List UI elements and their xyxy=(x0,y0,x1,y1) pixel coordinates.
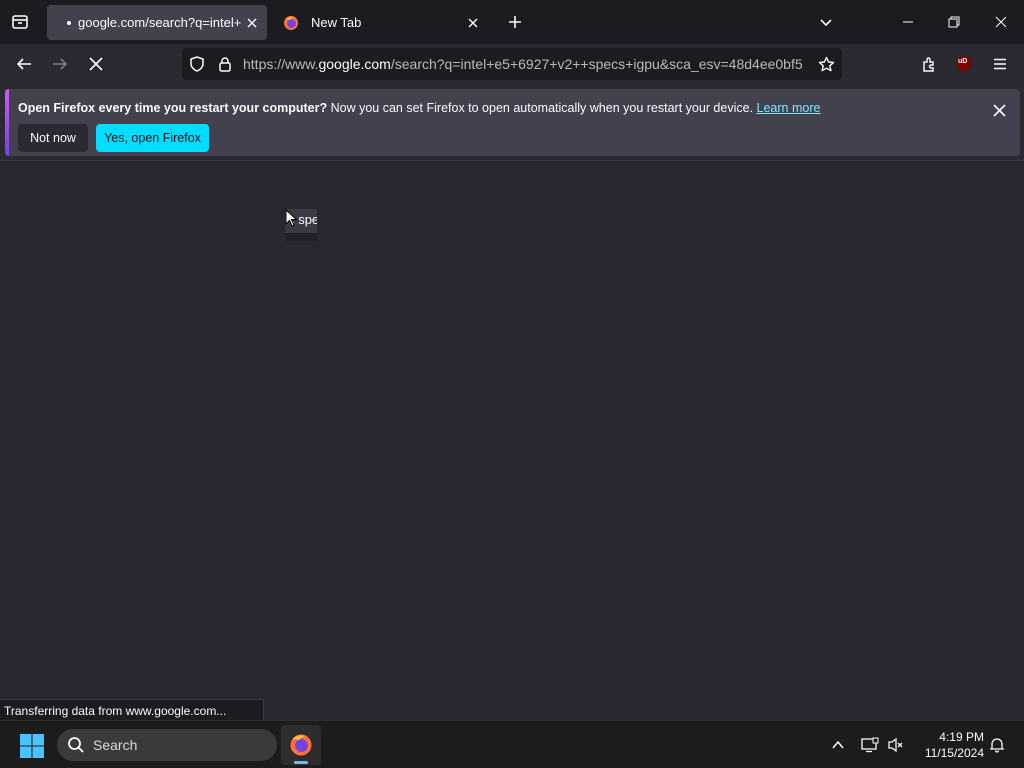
network-tray-button[interactable] xyxy=(860,735,880,755)
close-icon xyxy=(992,103,1006,117)
clock-date: 11/15/2024 xyxy=(924,746,984,760)
notification-message: Open Firefox every time you restart your… xyxy=(18,101,820,115)
learn-more-link[interactable]: Learn more xyxy=(757,101,821,115)
tab-title: google.com/search?q=intel+e5+6927+v2++sp… xyxy=(78,15,241,30)
extensions-button[interactable] xyxy=(914,49,944,79)
yes-open-firefox-button[interactable]: Yes, open Firefox xyxy=(96,124,209,152)
notification-title: Open Firefox every time you restart your… xyxy=(18,101,328,115)
back-icon xyxy=(16,58,31,70)
chevron-down-icon xyxy=(820,19,832,27)
url-path: /search?q=intel+e5+6927+v2++specs+igpu&s… xyxy=(390,56,803,72)
notifications-button[interactable] xyxy=(987,735,1007,755)
firefox-icon xyxy=(290,734,312,756)
network-icon xyxy=(861,737,879,753)
menu-icon xyxy=(994,58,1006,70)
restore-icon xyxy=(948,16,960,28)
bell-icon xyxy=(989,738,1005,753)
bookmark-button[interactable] xyxy=(817,55,835,73)
drag-shadow xyxy=(285,233,317,241)
url-host: google.com xyxy=(318,56,391,72)
restore-button[interactable] xyxy=(931,0,977,44)
minimize-icon xyxy=(903,21,913,23)
taskbar-search-box[interactable]: Search xyxy=(57,729,277,761)
plus-icon xyxy=(509,16,521,28)
status-panel: Transferring data from www.google.com... xyxy=(0,699,264,721)
forward-icon xyxy=(53,58,68,70)
tab-title: New Tab xyxy=(311,15,362,30)
tab-close-button[interactable] xyxy=(241,12,263,34)
firefox-view-button[interactable] xyxy=(5,7,35,37)
notification-accent xyxy=(5,89,9,156)
tracking-protection-button[interactable] xyxy=(188,55,206,73)
chevron-up-icon xyxy=(832,740,844,749)
window-close-button[interactable] xyxy=(978,0,1024,44)
url-text[interactable]: https://www.google.com/search?q=intel+e5… xyxy=(243,56,808,72)
extensions-icon xyxy=(923,57,934,72)
site-info-button[interactable] xyxy=(216,55,234,73)
windows-start-icon[interactable] xyxy=(19,733,45,759)
tab-new-tab[interactable]: New Tab xyxy=(275,5,488,40)
address-bar[interactable]: https://www.google.com/search?q=intel+e5… xyxy=(182,48,842,80)
firefox-view-icon xyxy=(12,15,28,29)
speaker-muted-icon xyxy=(888,737,903,753)
url-prefix: https://www. xyxy=(243,56,319,72)
stop-button[interactable] xyxy=(81,49,111,79)
search-icon xyxy=(68,737,84,753)
taskbar-search-label: Search xyxy=(93,737,138,753)
list-all-tabs-button[interactable] xyxy=(811,7,841,37)
tab-google-search[interactable]: google.com/search?q=intel+e5+6927+v2++sp… xyxy=(47,5,267,40)
shield-icon xyxy=(190,56,204,72)
loading-dot-icon xyxy=(67,20,71,25)
forward-button[interactable] xyxy=(45,49,75,79)
windows-taskbar: Search 4:19 PM 11/15/2024 xyxy=(0,720,1024,768)
mouse-cursor-icon xyxy=(285,209,298,227)
default-browser-notification: Open Firefox every time you restart your… xyxy=(5,89,1020,156)
ublock-label: uD xyxy=(958,58,968,65)
ublock-button[interactable]: uD xyxy=(949,49,979,79)
navigation-toolbar: https://www.google.com/search?q=intel+e5… xyxy=(0,44,1024,84)
taskbar-clock[interactable]: 4:19 PM 11/15/2024 xyxy=(914,729,984,761)
taskbar-firefox-button[interactable] xyxy=(281,725,321,765)
close-icon xyxy=(995,16,1007,28)
notification-body: Now you can set Firefox to open automati… xyxy=(330,101,754,115)
tab-strip: google.com/search?q=intel+e5+6927+v2++sp… xyxy=(0,0,1024,44)
clock-time: 4:19 PM xyxy=(939,730,984,744)
show-hidden-icons-button[interactable] xyxy=(828,735,848,755)
page-content[interactable]: < spe xyxy=(0,160,1024,720)
app-menu-button[interactable] xyxy=(985,49,1015,79)
close-icon xyxy=(247,18,257,27)
not-now-button[interactable]: Not now xyxy=(18,124,88,152)
back-button[interactable] xyxy=(9,49,39,79)
lock-icon xyxy=(219,57,231,72)
new-tab-button[interactable] xyxy=(500,7,530,37)
bookmark-star-icon xyxy=(818,56,834,71)
screen: google.com/search?q=intel+e5+6927+v2++sp… xyxy=(0,0,1024,768)
minimize-button[interactable] xyxy=(885,0,931,44)
firefox-icon xyxy=(284,15,298,30)
notification-close-button[interactable] xyxy=(987,98,1011,122)
volume-tray-button[interactable] xyxy=(886,735,906,755)
running-indicator xyxy=(294,761,308,764)
tab-close-button[interactable] xyxy=(462,12,484,34)
close-icon xyxy=(468,18,478,27)
stop-icon xyxy=(89,57,103,71)
